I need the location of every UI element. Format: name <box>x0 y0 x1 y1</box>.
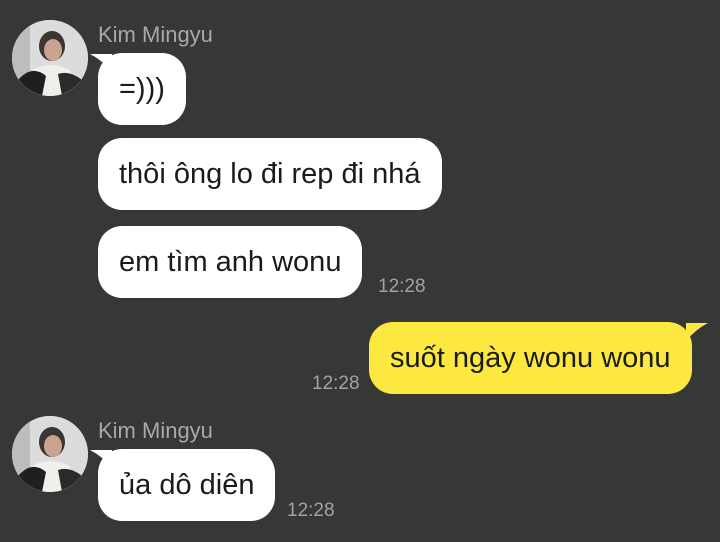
avatar[interactable] <box>12 20 88 96</box>
message-bubble-outgoing[interactable]: suốt ngày wonu wonu <box>369 322 692 394</box>
message-bubble-incoming[interactable]: em tìm anh wonu <box>98 226 363 298</box>
message-timestamp: 12:28 <box>287 500 335 521</box>
message-timestamp: 12:28 <box>378 276 426 297</box>
message-bubble-incoming[interactable]: thôi ông lo đi rep đi nhá <box>98 138 442 210</box>
sender-name: Kim Mingyu <box>98 418 213 443</box>
message-timestamp: 12:28 <box>312 373 360 394</box>
bubble-tail <box>686 323 708 341</box>
avatar-photo <box>12 20 88 96</box>
sender-name: Kim Mingyu <box>98 22 213 47</box>
message-text: em tìm anh wonu <box>119 246 342 278</box>
message-text: ủa dô diên <box>119 469 255 501</box>
message-text: thôi ông lo đi rep đi nhá <box>119 158 421 190</box>
avatar-photo <box>12 416 88 492</box>
message-text: =))) <box>119 73 165 105</box>
message-bubble-incoming[interactable]: ủa dô diên <box>98 449 276 521</box>
avatar[interactable] <box>12 416 88 492</box>
message-bubble-incoming[interactable]: =))) <box>98 53 186 125</box>
message-text: suốt ngày wonu wonu <box>390 342 671 374</box>
